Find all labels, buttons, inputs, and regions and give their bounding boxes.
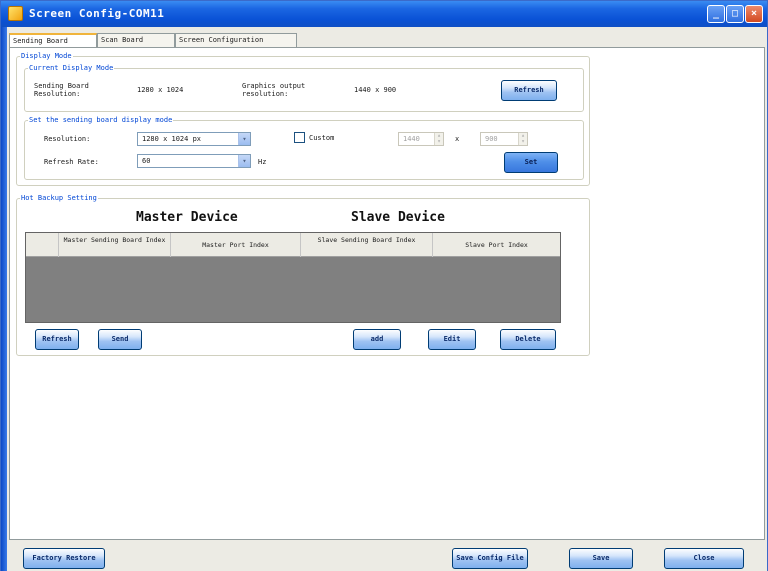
- window-title: Screen Config-COM11: [29, 7, 165, 20]
- tab-scan-board[interactable]: Scan Board: [97, 33, 175, 47]
- col-master-sending-board-index[interactable]: Master Sending Board Index: [58, 233, 170, 257]
- main-window: Screen Config-COM11 _ □ × Sending Board …: [0, 0, 768, 571]
- custom-label: Custom: [309, 134, 335, 142]
- set-button[interactable]: Set: [504, 152, 558, 173]
- sending-board-resolution-value: 1280 x 1024: [137, 86, 184, 94]
- backup-refresh-button[interactable]: Refresh: [35, 329, 79, 350]
- refresh-rate-unit: Hz: [258, 158, 267, 166]
- custom-width-value: 1440: [403, 135, 420, 143]
- graphics-output-resolution-label: Graphics output resolution:: [242, 82, 306, 98]
- chevron-down-icon[interactable]: ▾: [238, 155, 250, 167]
- custom-x-label: x: [455, 135, 460, 143]
- display-mode-label: Display Mode: [20, 52, 73, 61]
- slave-device-heading: Slave Device: [351, 210, 445, 225]
- spinner-arrows-icon[interactable]: ▴ ▾: [434, 133, 443, 145]
- maximize-icon[interactable]: □: [726, 5, 744, 23]
- delete-button[interactable]: Delete: [500, 329, 556, 350]
- current-display-mode-label: Current Display Mode: [28, 64, 115, 73]
- footer-bar: Factory Restore Save Config File Save Cl…: [7, 541, 767, 571]
- refresh-rate-label: Refresh Rate:: [44, 158, 99, 166]
- save-button[interactable]: Save: [569, 548, 633, 569]
- close-button[interactable]: Close: [664, 548, 744, 569]
- app-icon: [8, 6, 23, 21]
- resolution-select[interactable]: 1280 x 1024 px ▾: [137, 132, 251, 146]
- resolution-select-value: 1280 x 1024 px: [142, 135, 202, 143]
- set-display-mode-label: Set the sending board display mode: [28, 116, 174, 125]
- custom-height-value: 900: [485, 135, 498, 143]
- tab-panel-sending-board: Display Mode Current Display Mode Sendin…: [9, 47, 765, 540]
- factory-restore-button[interactable]: Factory Restore: [23, 548, 105, 569]
- master-device-heading: Master Device: [136, 210, 238, 225]
- minimize-icon[interactable]: _: [707, 5, 725, 23]
- tab-screen-configuration[interactable]: Screen Configuration: [175, 33, 297, 47]
- spinner-arrows-icon[interactable]: ▴ ▾: [518, 133, 527, 145]
- save-config-file-button[interactable]: Save Config File: [452, 548, 528, 569]
- send-button[interactable]: Send: [98, 329, 142, 350]
- chevron-down-icon[interactable]: ▾: [238, 133, 250, 145]
- title-bar[interactable]: Screen Config-COM11 _ □ ×: [1, 1, 767, 27]
- custom-checkbox[interactable]: [294, 132, 305, 143]
- hot-backup-label: Hot Backup Setting: [20, 194, 98, 203]
- sending-board-resolution-label: Sending Board Resolution:: [34, 82, 89, 98]
- set-display-mode-group: [24, 120, 584, 180]
- edit-button[interactable]: Edit: [428, 329, 476, 350]
- hot-backup-table[interactable]: Master Sending Board Index Master Port I…: [25, 232, 561, 323]
- col-slave-port-index[interactable]: Slave Port Index: [432, 233, 560, 257]
- window-frame-left: [1, 27, 7, 571]
- refresh-rate-select[interactable]: 60 ▾: [137, 154, 251, 168]
- custom-height-spinner[interactable]: 900 ▴ ▾: [480, 132, 528, 146]
- table-header: Master Sending Board Index Master Port I…: [26, 233, 560, 257]
- add-button[interactable]: add: [353, 329, 401, 350]
- col-master-port-index[interactable]: Master Port Index: [170, 233, 300, 257]
- tab-sending-board[interactable]: Sending Board: [9, 33, 97, 48]
- close-icon[interactable]: ×: [745, 5, 763, 23]
- col-slave-sending-board-index[interactable]: Slave Sending Board Index: [300, 233, 432, 257]
- custom-width-spinner[interactable]: 1440 ▴ ▾: [398, 132, 444, 146]
- refresh-display-button[interactable]: Refresh: [501, 80, 557, 101]
- resolution-label: Resolution:: [44, 135, 91, 143]
- graphics-output-resolution-value: 1440 x 900: [354, 86, 397, 94]
- row-selector-header: [26, 233, 58, 257]
- refresh-rate-select-value: 60: [142, 157, 151, 165]
